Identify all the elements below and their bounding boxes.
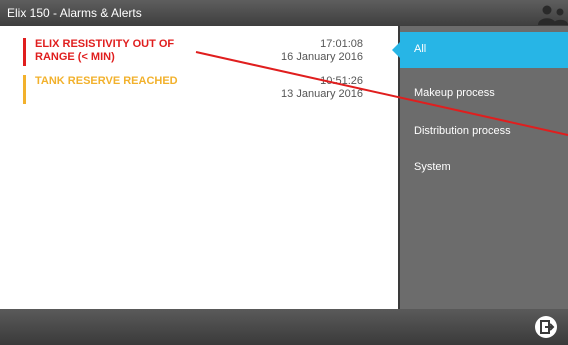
window-title: Elix 150 - Alarms & Alerts: [7, 6, 142, 20]
alarm-item[interactable]: TANK RESERVE REACHED 10:51:26 13 January…: [23, 75, 375, 104]
footer-bar: [0, 309, 568, 345]
alarm-list: ELIX RESISTIVITY OUT OF RANGE (< MIN) 17…: [0, 26, 398, 309]
alarm-timestamp: 17:01:08 16 January 2016: [281, 38, 363, 64]
filter-sidebar: All Makeup process Distribution process …: [392, 26, 568, 309]
user-icon[interactable]: [536, 3, 568, 25]
alarm-item[interactable]: ELIX RESISTIVITY OUT OF RANGE (< MIN) 17…: [23, 38, 375, 66]
alarm-message: ELIX RESISTIVITY OUT OF RANGE (< MIN): [35, 38, 175, 63]
filter-system[interactable]: System: [400, 150, 568, 186]
filter-makeup-process[interactable]: Makeup process: [400, 76, 568, 112]
exit-icon[interactable]: [534, 315, 558, 339]
filter-all[interactable]: All: [392, 32, 568, 68]
filter-distribution-process[interactable]: Distribution process: [400, 114, 568, 150]
alarm-date: 13 January 2016: [281, 88, 363, 100]
alarm-date: 16 January 2016: [281, 51, 363, 63]
alarm-severity-bar: [23, 75, 26, 104]
title-bar: Elix 150 - Alarms & Alerts: [0, 0, 568, 26]
alarm-time: 17:01:08: [320, 38, 363, 50]
alarm-message: TANK RESERVE REACHED: [35, 75, 178, 87]
alarm-timestamp: 10:51:26 13 January 2016: [281, 75, 363, 101]
alarm-severity-bar: [23, 38, 26, 66]
alarm-time: 10:51:26: [320, 75, 363, 87]
